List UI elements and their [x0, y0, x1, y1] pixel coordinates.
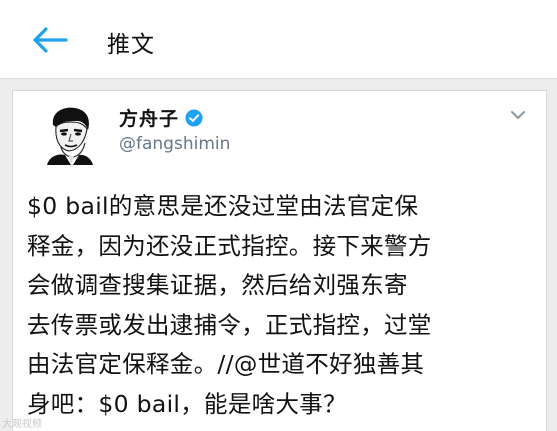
- watermark: 大观视频: [2, 419, 42, 430]
- tweet-text: $0 bail的意思是还没过堂由法官定保 释金，因为还没正式指控。接下来警方 会…: [27, 192, 432, 418]
- author-name[interactable]: 方舟子: [119, 104, 179, 131]
- avatar[interactable]: [39, 103, 97, 165]
- author-row: 方舟子: [119, 104, 203, 131]
- author-handle[interactable]: @fangshimin: [119, 134, 230, 154]
- arrow-left-icon: [33, 27, 68, 53]
- tweet-card[interactable]: 方舟子 @fangshimin $0 bail的意思是还没过堂由法官定保 释金，…: [12, 90, 547, 431]
- app-header: 推文: [0, 0, 557, 79]
- chevron-down-icon[interactable]: [510, 109, 526, 121]
- verified-badge-icon: [185, 108, 203, 127]
- page-title: 推文: [107, 32, 155, 58]
- back-button[interactable]: [32, 27, 68, 53]
